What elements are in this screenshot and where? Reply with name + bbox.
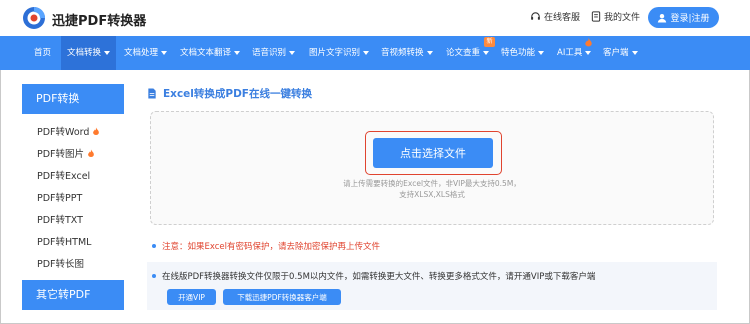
nav-image-ocr[interactable]: 图片文字识别 <box>309 36 370 70</box>
brand-name[interactable]: 迅捷PDF转换器 <box>52 10 146 29</box>
chevron-down-icon <box>363 50 370 55</box>
fire-icon <box>88 149 94 157</box>
nav-doc-translate[interactable]: 文档文本翻译 <box>180 36 241 70</box>
nav-av-convert[interactable]: 音视频转换 <box>381 36 433 70</box>
sidebar-item-pdf-to-ppt[interactable]: PDF转PPT <box>37 190 82 204</box>
chevron-down-icon <box>538 50 545 55</box>
chevron-down-icon <box>104 50 111 55</box>
choose-file-button[interactable]: 点击选择文件 <box>373 138 493 168</box>
top-header: 迅捷PDF转换器 在线客服 我的文件 登录|注册 <box>0 0 750 36</box>
login-register-label: 登录|注册 <box>670 14 710 24</box>
password-notice: 注意：如果Excel有密码保护，请去除加密保护再上传文件 <box>152 240 380 252</box>
chevron-down-icon <box>631 50 638 55</box>
brand-logo-icon[interactable] <box>22 6 46 30</box>
sidebar-item-label: PDF转图片 <box>37 149 85 160</box>
vip-info: 在线版PDF转换器转换文件仅限于0.5M以内文件，如需转换更大文件、转换更多格式… <box>152 270 595 282</box>
headset-icon <box>531 12 540 20</box>
open-vip-button[interactable]: 开通VIP <box>167 289 216 305</box>
page-title-text: Excel转换成PDF在线一键转换 <box>163 88 312 100</box>
login-register-button[interactable]: 登录|注册 <box>648 7 719 28</box>
nav-ai-tools-label: AI工具 <box>557 48 583 58</box>
sidebar-item-pdf-to-excel[interactable]: PDF转Excel <box>37 168 90 182</box>
user-icon <box>658 13 667 22</box>
nav-home[interactable]: 首页 <box>28 36 57 70</box>
sidebar-item-pdf-to-html[interactable]: PDF转HTML <box>37 234 91 248</box>
nav-doc-process-label: 文档处理 <box>124 48 159 58</box>
my-files-label: 我的文件 <box>604 13 641 23</box>
chevron-down-icon <box>483 50 490 55</box>
sidebar-item-label: PDF转PPT <box>37 193 83 204</box>
sidebar-item-pdf-to-image[interactable]: PDF转图片 <box>37 146 95 160</box>
fire-icon <box>585 38 592 47</box>
upload-hint-line-1: 请上传需要转换的Excel文件，非VIP最大支持0.5M， <box>343 179 521 188</box>
nav-plagiarism-check[interactable]: 论文查重 <box>446 36 490 70</box>
nav-plagiarism-check-label: 论文查重 <box>446 48 481 58</box>
nav-doc-convert-label: 文档转换 <box>67 48 102 58</box>
sidebar-item-label: PDF转Word <box>37 127 90 138</box>
customer-service-label: 在线客服 <box>544 13 581 23</box>
sidebar-item-label: PDF转HTML <box>37 237 92 248</box>
upload-hint-line-2: 支持XLSX,XLS格式 <box>399 190 465 199</box>
page-title: Excel转换成PDF在线一键转换 <box>147 86 312 101</box>
nav-client[interactable]: 客户端 <box>603 36 638 70</box>
nav-speech-recognition-label: 语音识别 <box>252 48 287 58</box>
nav-image-ocr-label: 图片文字识别 <box>309 48 361 58</box>
document-icon <box>591 11 601 22</box>
main-nav: 首页 文档转换 文档处理 文档文本翻译 语音识别 图片文字识别 音视频转换 论文… <box>0 36 750 70</box>
sidebar: PDF转换 PDF转Word PDF转图片 PDF转Excel PDF转PPT … <box>22 84 124 320</box>
nav-client-label: 客户端 <box>603 48 629 58</box>
chevron-down-icon <box>289 50 296 55</box>
fire-icon <box>93 127 100 135</box>
sidebar-item-pdf-to-txt[interactable]: PDF转TXT <box>37 212 83 226</box>
chevron-down-icon <box>426 50 433 55</box>
chevron-down-icon <box>234 50 241 55</box>
bullet-dot <box>152 274 156 278</box>
nav-doc-process[interactable]: 文档处理 <box>124 36 168 70</box>
sidebar-item-pdf-to-word[interactable]: PDF转Word <box>37 124 100 138</box>
chevron-down-icon <box>161 50 168 55</box>
sidebar-heading-pdf-convert[interactable]: PDF转换 <box>22 84 124 114</box>
my-files-link[interactable]: 我的文件 <box>591 10 640 23</box>
nav-doc-convert[interactable]: 文档转换 <box>61 36 117 70</box>
customer-service-link[interactable]: 在线客服 <box>530 10 580 23</box>
nav-special-features[interactable]: 特色功能 <box>501 36 545 70</box>
nav-home-label: 首页 <box>34 48 52 58</box>
bullet-dot <box>152 244 156 248</box>
nav-speech-recognition[interactable]: 语音识别 <box>252 36 296 70</box>
download-client-button[interactable]: 下载迅捷PDF转换器客户端 <box>223 289 341 305</box>
vip-info-text: 在线版PDF转换器转换文件仅限于0.5M以内文件，如需转换更大文件、转换更多格式… <box>162 272 596 282</box>
file-icon <box>148 88 156 99</box>
new-badge: 新 <box>484 37 495 47</box>
nav-av-convert-label: 音视频转换 <box>381 48 424 58</box>
password-notice-text: 注意：如果Excel有密码保护，请去除加密保护再上传文件 <box>162 242 381 252</box>
chevron-down-icon <box>585 50 592 55</box>
sidebar-item-label: PDF转长图 <box>37 259 85 270</box>
nav-special-features-label: 特色功能 <box>501 48 536 58</box>
sidebar-item-pdf-to-long-image[interactable]: PDF转长图 <box>37 256 84 270</box>
sidebar-item-label: PDF转Excel <box>37 171 91 182</box>
sidebar-heading-other-to-pdf[interactable]: 其它转PDF <box>22 280 124 310</box>
sidebar-item-label: PDF转TXT <box>37 215 83 226</box>
nav-doc-translate-label: 文档文本翻译 <box>180 48 232 58</box>
